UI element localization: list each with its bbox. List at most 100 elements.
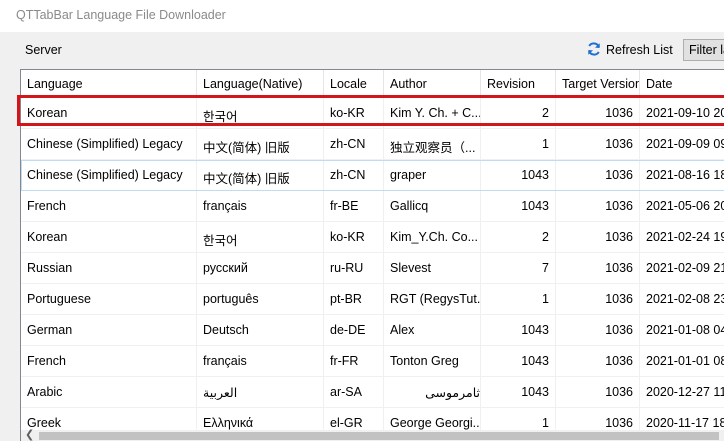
refresh-list-button[interactable]: Refresh List — [586, 40, 673, 60]
cell-revision: 1043 — [481, 191, 556, 221]
cell-author: ثامرموسى — [384, 377, 481, 407]
cell-locale: zh-CN — [324, 160, 384, 190]
cell-author: Alex — [384, 315, 481, 345]
cell-date: 2021-09-09 09: — [640, 129, 724, 159]
cell-date: 2021-08-16 18: — [640, 160, 724, 190]
language-file-table: Language Language(Native) Locale Author … — [20, 69, 724, 441]
cell-revision: 2 — [481, 222, 556, 252]
cell-date: 2021-05-06 20: — [640, 191, 724, 221]
cell-date: 2020-12-27 11: — [640, 377, 724, 407]
scrollbar-thumb[interactable] — [39, 432, 719, 440]
column-header-author[interactable]: Author — [384, 70, 481, 98]
cell-revision: 1 — [481, 129, 556, 159]
cell-language: French — [21, 346, 197, 376]
table-row[interactable]: Chinese (Simplified) Legacy 中文(简体) 旧版 zh-C… — [21, 160, 724, 191]
cell-revision: 1043 — [481, 377, 556, 407]
cell-target: 1036 — [556, 346, 640, 376]
column-header-locale[interactable]: Locale — [324, 70, 384, 98]
cell-date: 2021-02-08 23: — [640, 284, 724, 314]
cell-native: 한국어 — [197, 222, 324, 252]
cell-native: 中文(简体) 旧版 — [197, 129, 324, 159]
column-header-native[interactable]: Language(Native) — [197, 70, 324, 98]
cell-language: Korean — [21, 98, 197, 128]
table-row[interactable]: Korean 한국어 ko-KR Kim_Y.Ch. Co... 2 1036 2021-0… — [21, 222, 724, 253]
column-header-target-version[interactable]: Target Version — [556, 70, 640, 98]
cell-date: 2021-01-08 04: — [640, 315, 724, 345]
table-row[interactable]: French français fr-BE Gallicq 1043 1036 2021-0… — [21, 191, 724, 222]
cell-revision: 1 — [481, 284, 556, 314]
cell-language: French — [21, 191, 197, 221]
cell-locale: de-DE — [324, 315, 384, 345]
cell-author: Slevest — [384, 253, 481, 283]
cell-language: Chinese (Simplified) Legacy — [21, 129, 197, 159]
title-bar: QTTabBar Language File Downloader — [0, 0, 724, 32]
cell-native: 中文(简体) 旧版 — [197, 160, 324, 190]
filter-language-input[interactable]: Filter la — [683, 39, 724, 61]
cell-target: 1036 — [556, 191, 640, 221]
cell-date: 2021-09-10 20: — [640, 98, 724, 128]
table-row[interactable]: Korean 한국어 ko-KR Kim Y. Ch. + C... 2 1036 2021… — [21, 98, 724, 129]
column-header-revision[interactable]: Revision — [481, 70, 556, 98]
cell-author: Gallicq — [384, 191, 481, 221]
cell-author: Kim Y. Ch. + C... — [384, 98, 481, 128]
cell-native: العربية — [197, 377, 324, 407]
cell-author: graper — [384, 160, 481, 190]
table-row[interactable]: German Deutsch de-DE Alex 1043 1036 2021-01-08… — [21, 315, 724, 346]
cell-revision: 7 — [481, 253, 556, 283]
table-row[interactable]: Chinese (Simplified) Legacy 中文(简体) 旧版 zh-C… — [21, 129, 724, 160]
table-row[interactable]: Arabic العربية ar-SA ثامرموسى 1043 1036 2020-1… — [21, 377, 724, 408]
cell-native: Deutsch — [197, 315, 324, 345]
table-body: Korean 한국어 ko-KR Kim Y. Ch. + C... 2 1036 2021… — [21, 98, 724, 439]
cell-locale: fr-FR — [324, 346, 384, 376]
cell-target: 1036 — [556, 284, 640, 314]
cell-native: français — [197, 191, 324, 221]
window-title: QTTabBar Language File Downloader — [16, 8, 226, 22]
cell-native: français — [197, 346, 324, 376]
cell-locale: zh-CN — [324, 129, 384, 159]
cell-author: 独立观察员（... — [384, 129, 481, 159]
horizontal-scrollbar[interactable]: ❮ — [21, 428, 724, 441]
cell-target: 1036 — [556, 315, 640, 345]
cell-locale: ko-KR — [324, 222, 384, 252]
scroll-left-icon[interactable]: ❮ — [25, 428, 34, 441]
cell-target: 1036 — [556, 129, 640, 159]
cell-native: português — [197, 284, 324, 314]
cell-language: Russian — [21, 253, 197, 283]
refresh-list-label: Refresh List — [606, 43, 673, 57]
column-header-language[interactable]: Language — [21, 70, 197, 98]
cell-language: Portuguese — [21, 284, 197, 314]
server-label: Server — [25, 43, 62, 57]
cell-locale: ko-KR — [324, 98, 384, 128]
cell-target: 1036 — [556, 253, 640, 283]
cell-revision: 1043 — [481, 160, 556, 190]
cell-revision: 2 — [481, 98, 556, 128]
cell-language: Korean — [21, 222, 197, 252]
cell-date: 2021-01-01 08: — [640, 346, 724, 376]
cell-native: 한국어 — [197, 98, 324, 128]
cell-language: German — [21, 315, 197, 345]
cell-author: RGT (RegysTut... — [384, 284, 481, 314]
refresh-icon — [586, 41, 602, 60]
cell-target: 1036 — [556, 98, 640, 128]
cell-target: 1036 — [556, 160, 640, 190]
cell-date: 2021-02-24 19: — [640, 222, 724, 252]
cell-target: 1036 — [556, 222, 640, 252]
cell-native: русский — [197, 253, 324, 283]
cell-date: 2021-02-09 21: — [640, 253, 724, 283]
cell-locale: pt-BR — [324, 284, 384, 314]
cell-target: 1036 — [556, 377, 640, 407]
cell-author: Kim_Y.Ch. Co... — [384, 222, 481, 252]
cell-language: Chinese (Simplified) Legacy — [21, 160, 197, 190]
table-row[interactable]: Portuguese português pt-BR RGT (RegysTut...… — [21, 284, 724, 315]
cell-author: Tonton Greg — [384, 346, 481, 376]
cell-locale: ar-SA — [324, 377, 384, 407]
table-row[interactable]: French français fr-FR Tonton Greg 1043 1036 20… — [21, 346, 724, 377]
table-header: Language Language(Native) Locale Author … — [21, 70, 724, 98]
toolbar: Server Refresh List Filter la — [0, 32, 724, 66]
cell-language: Arabic — [21, 377, 197, 407]
table-row[interactable]: Russian русский ru-RU Slevest 7 1036 2021-02-0… — [21, 253, 724, 284]
cell-revision: 1043 — [481, 346, 556, 376]
cell-revision: 1043 — [481, 315, 556, 345]
column-header-date[interactable]: Date — [640, 70, 724, 98]
cell-locale: fr-BE — [324, 191, 384, 221]
